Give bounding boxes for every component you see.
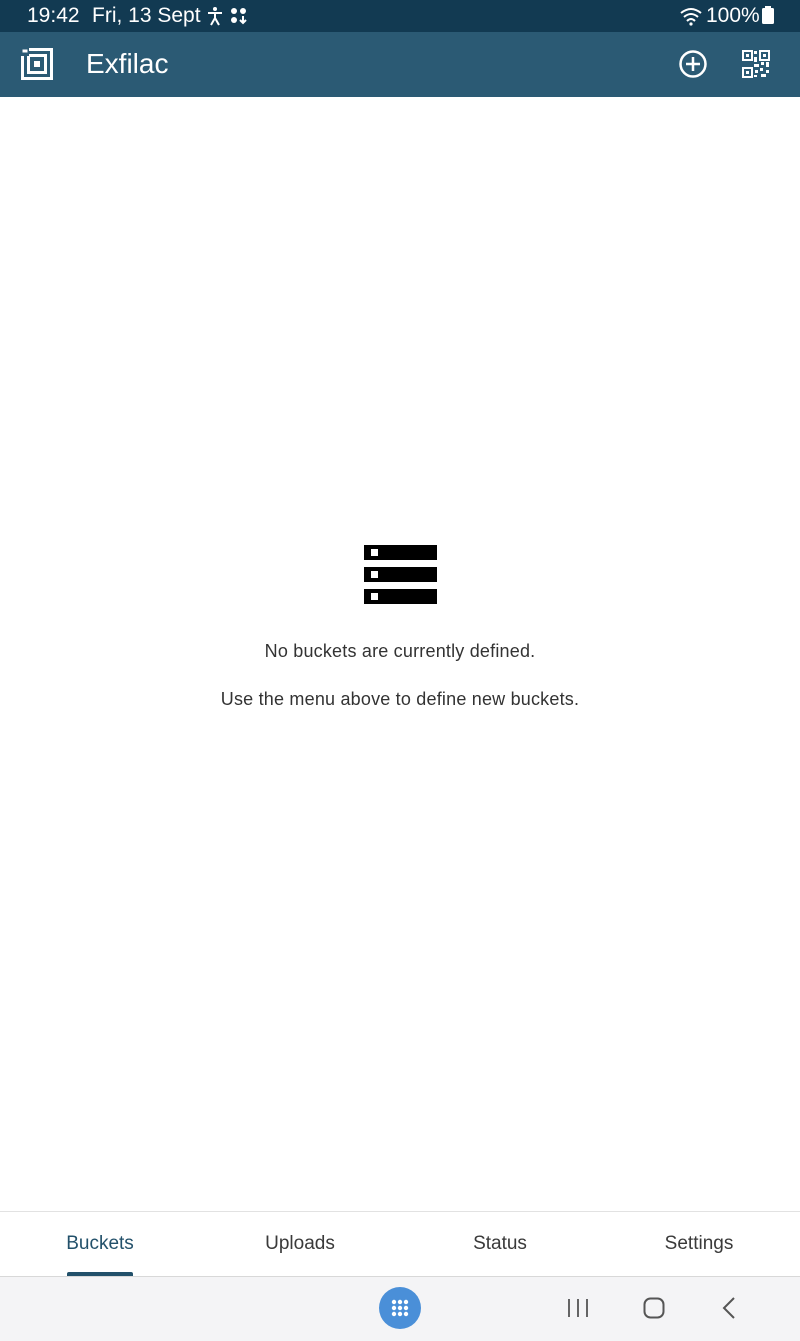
add-circle-icon[interactable] — [677, 48, 709, 80]
app-logo-icon — [21, 48, 53, 80]
dots-download-icon — [231, 8, 247, 25]
tab-status[interactable]: Status — [400, 1212, 600, 1276]
bottom-tab-bar: Buckets Uploads Status Settings — [0, 1211, 800, 1276]
battery-percentage: 100% — [706, 4, 760, 27]
qr-code-icon[interactable] — [742, 50, 770, 78]
app-title: Exfilac — [86, 48, 169, 79]
empty-hint: Use the menu above to define new buckets… — [220, 689, 580, 709]
tab-settings[interactable]: Settings — [599, 1212, 799, 1276]
accessibility-icon — [208, 7, 222, 26]
status-time: 19:42 — [27, 4, 80, 27]
app-bar: Exfilac — [0, 32, 800, 97]
tab-uploads[interactable]: Uploads — [200, 1212, 400, 1276]
wifi-icon — [680, 8, 702, 26]
status-date: Fri, 13 Sept — [92, 4, 201, 27]
apps-grid-button[interactable] — [379, 1287, 421, 1329]
battery-icon — [762, 6, 774, 24]
tab-buckets[interactable]: Buckets — [0, 1212, 200, 1276]
back-icon[interactable] — [719, 1296, 739, 1320]
empty-message: No buckets are currently defined. — [264, 641, 536, 661]
status-bar: 19:42 Fri, 13 Sept 100% — [0, 0, 800, 32]
storage-list-icon — [364, 545, 437, 604]
apps-grid-icon — [391, 1299, 409, 1317]
system-nav-bar — [0, 1276, 800, 1341]
recents-icon[interactable] — [566, 1296, 590, 1320]
home-icon[interactable] — [642, 1296, 666, 1320]
